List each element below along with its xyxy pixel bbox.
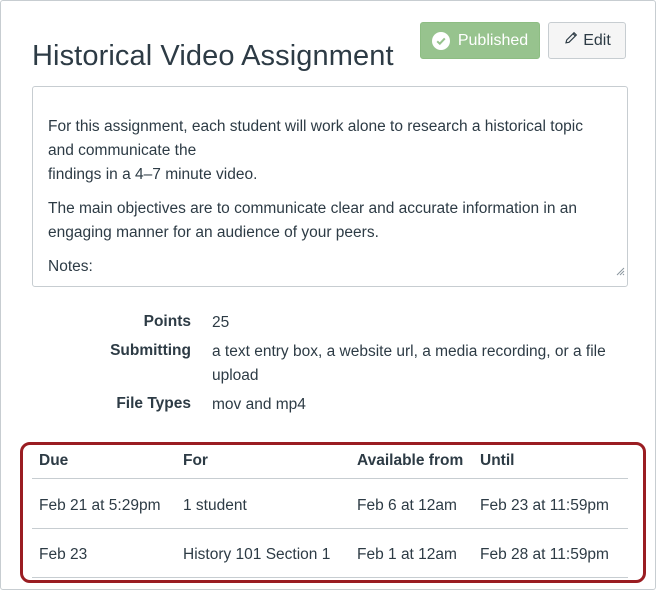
header-for: For xyxy=(183,452,208,469)
submitting-label: Submitting xyxy=(110,342,191,359)
table-row: Feb 21 at 5:29pm 1 student Feb 6 at 12am… xyxy=(32,479,628,529)
header-available-from: Available from xyxy=(357,452,464,469)
available-from-cell: Feb 1 at 12am xyxy=(357,546,457,563)
dates-table-header: Due For Available from Until xyxy=(32,447,628,479)
assignment-panel: Historical Video Assignment Published Ed… xyxy=(0,0,656,590)
for-cell: 1 student xyxy=(183,497,247,514)
header-due: Due xyxy=(39,452,69,469)
for-cell: History 101 Section 1 xyxy=(183,546,331,563)
header-until: Until xyxy=(480,452,515,469)
file-types-label: File Types xyxy=(116,395,191,412)
edit-label: Edit xyxy=(583,31,611,49)
points-value: 25 xyxy=(212,314,230,331)
description-paragraph: Notes: xyxy=(48,258,93,275)
until-cell: Feb 28 at 11:59pm xyxy=(480,546,609,563)
file-types-value: mov and mp4 xyxy=(212,396,306,413)
due-cell: Feb 21 at 5:29pm xyxy=(39,497,161,514)
points-label: Points xyxy=(143,313,191,330)
due-cell: Feb 23 xyxy=(39,546,88,563)
published-label: Published xyxy=(457,31,529,49)
page-title: Historical Video Assignment xyxy=(32,40,394,73)
until-cell: Feb 23 at 11:59pm xyxy=(480,497,609,514)
table-row: Feb 23 History 101 Section 1 Feb 1 at 12… xyxy=(32,528,628,578)
assignment-description[interactable]: For this assignment, each student will w… xyxy=(32,86,628,287)
submitting-value: a text entry box, a website url, a media… xyxy=(212,343,606,384)
resize-grip-icon[interactable] xyxy=(615,260,625,284)
published-button[interactable]: Published xyxy=(420,22,540,59)
available-from-cell: Feb 6 at 12am xyxy=(357,497,457,514)
pencil-icon xyxy=(563,30,579,51)
description-paragraph: For this assignment, each student will w… xyxy=(48,118,583,183)
edit-button[interactable]: Edit xyxy=(548,22,626,59)
description-paragraph: The main objectives are to communicate c… xyxy=(48,200,577,241)
check-circle-icon xyxy=(431,31,450,50)
